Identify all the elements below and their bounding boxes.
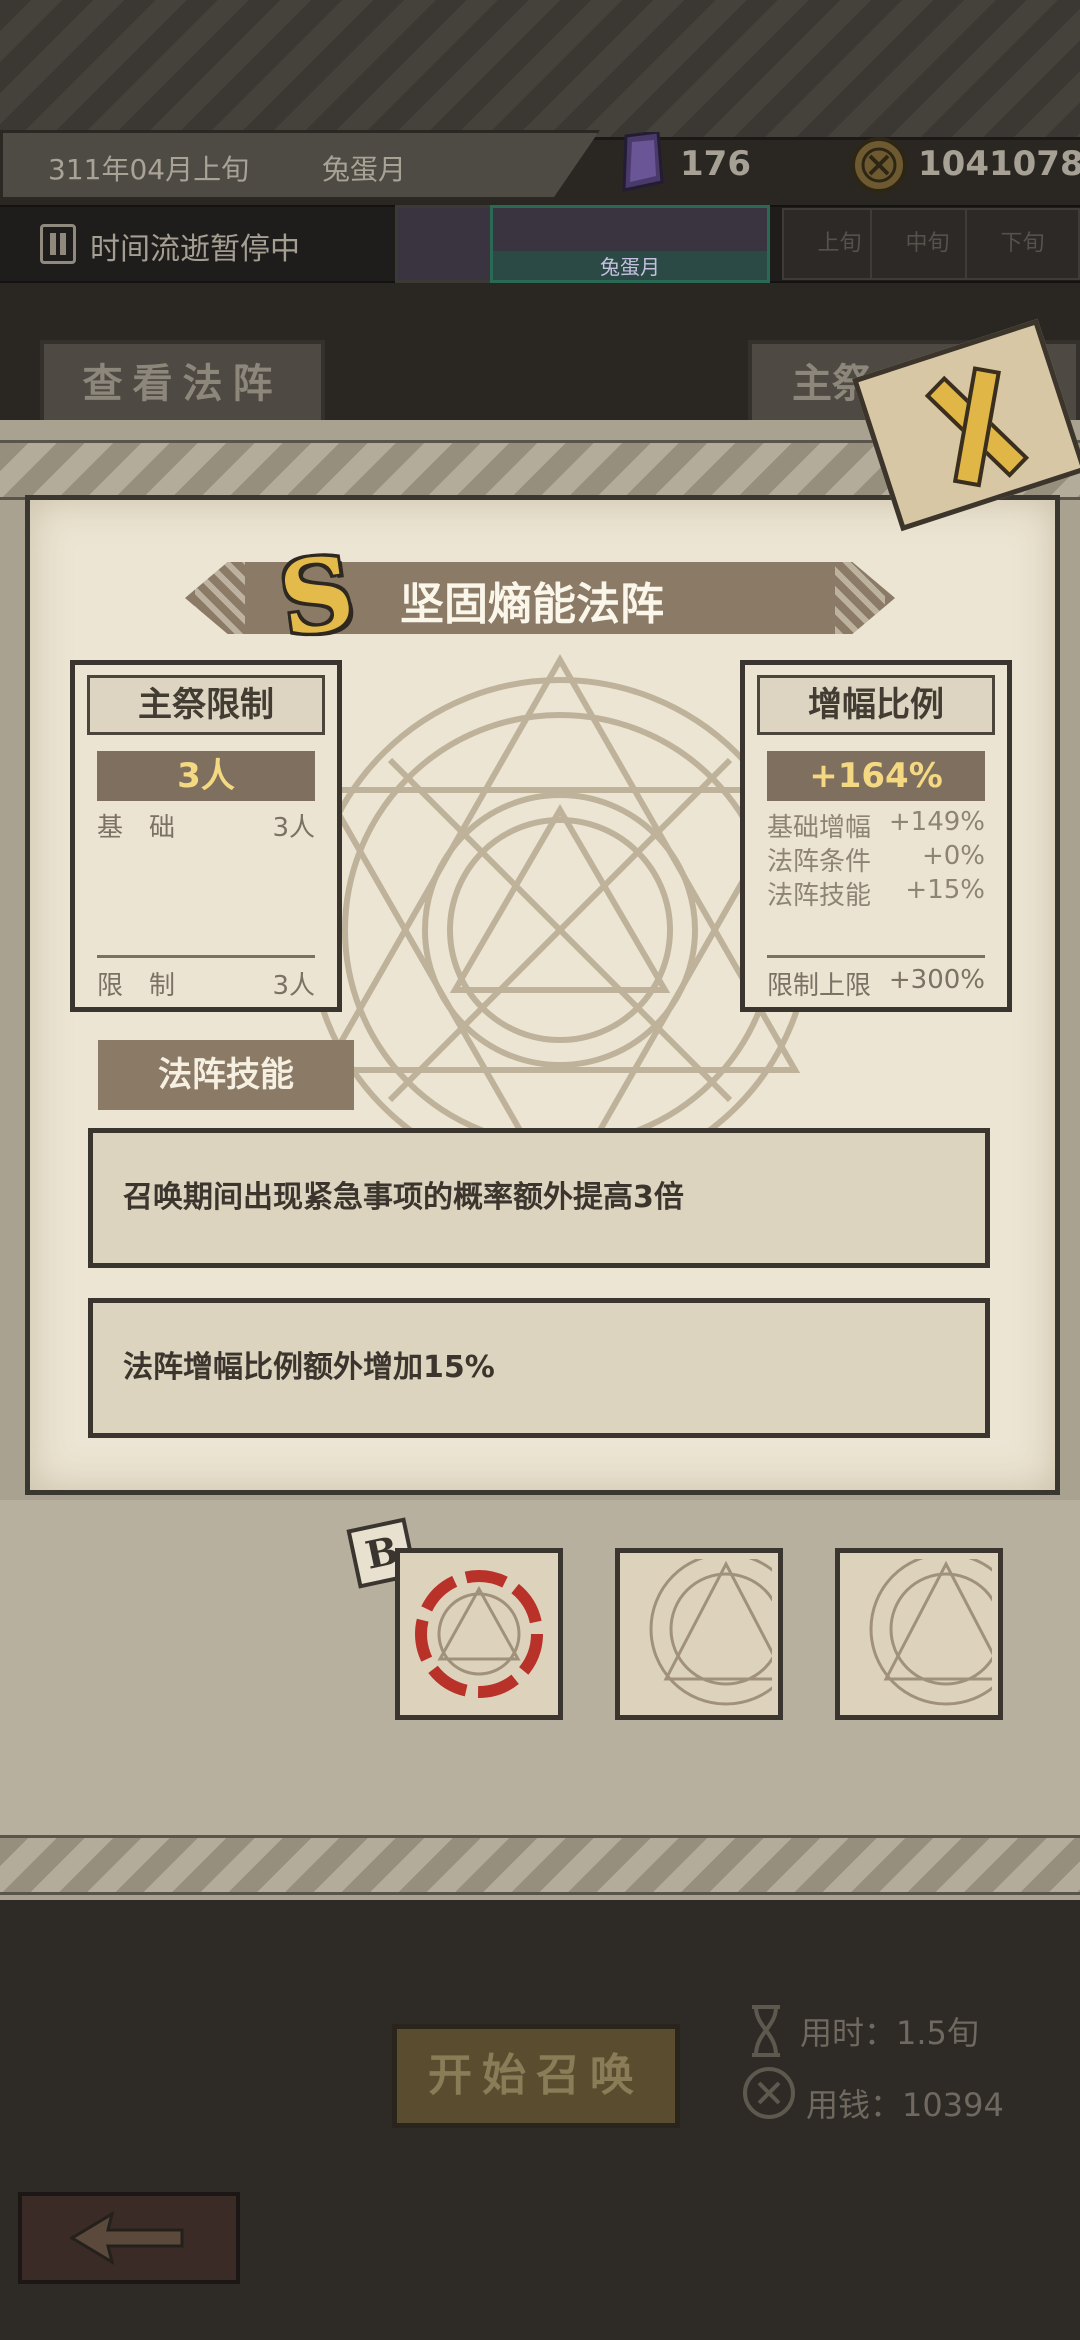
row-value: +15% (905, 875, 985, 905)
time-cost: 用时：1.5旬 (800, 2014, 979, 2052)
array-thumbnail (649, 1559, 772, 1706)
month-portrait[interactable]: 兔蛋月 (490, 205, 770, 283)
array-slot-1-selected[interactable] (395, 1548, 563, 1720)
time-status: 时间流逝暂停中 (90, 232, 300, 267)
back-button[interactable] (18, 2192, 240, 2284)
footer-value: +300% (888, 965, 985, 995)
amplify-ratio-box: 增幅比例 +164% 基础增幅 +149% 法阵条件 +0% 法阵技能 +15%… (740, 660, 1012, 1012)
top-pattern-band (0, 0, 1080, 140)
current-date: 311年04月上旬 (48, 153, 250, 186)
row-value: +149% (888, 807, 985, 837)
panel-bottom-border (0, 1835, 1080, 1895)
footer-label: 限 制 (97, 971, 176, 1001)
month-portrait-label: 兔蛋月 (493, 251, 767, 280)
slot-late: 下旬 (965, 208, 1080, 280)
gem-count: 176 (680, 144, 751, 184)
sacrifice-limit-value: 3人 (97, 751, 315, 801)
row-label: 法阵条件 (767, 847, 872, 877)
divider (767, 955, 985, 958)
gem-icon (622, 132, 664, 192)
array-thumbnail (415, 1570, 543, 1698)
back-arrow-icon (69, 2210, 184, 2266)
row-value: 3人 (272, 813, 315, 843)
row-label: 基础增幅 (767, 813, 872, 843)
array-title: 坚固熵能法阵 (400, 579, 664, 630)
amplify-footer: 限制上限 +300% (767, 965, 985, 1002)
skill-card-1: 召唤期间出现紧急事项的概率额外提高3倍 (88, 1128, 990, 1268)
coin-icon (851, 137, 907, 193)
row-label: 基 础 (97, 813, 176, 843)
footer-value: 3人 (272, 971, 315, 1001)
array-thumbnail (869, 1559, 992, 1706)
pause-icon[interactable] (40, 224, 76, 264)
sacrifice-limit-header: 主祭限制 (87, 675, 325, 735)
array-slot-3[interactable] (835, 1548, 1003, 1720)
hourglass-icon (752, 2005, 780, 2057)
amplify-row-skill: 法阵技能 +15% (767, 875, 985, 912)
footer-label: 限制上限 (767, 971, 872, 1001)
row-label: 法阵技能 (767, 881, 872, 911)
array-skill-tab: 法阵技能 (98, 1040, 354, 1110)
divider (97, 955, 315, 958)
amplify-row-condition: 法阵条件 +0% (767, 841, 985, 878)
sacrifice-limit-row: 基 础 3人 (97, 807, 315, 844)
coin-icon (743, 2067, 795, 2119)
month-name: 兔蛋月 (322, 153, 407, 186)
start-summon-button[interactable]: 开始召唤 (392, 2024, 680, 2128)
amplify-header: 增幅比例 (757, 675, 995, 735)
money-cost: 用钱：10394 (806, 2086, 1004, 2124)
array-slot-2[interactable] (615, 1548, 783, 1720)
amplify-value: +164% (767, 751, 985, 801)
sacrifice-limit-box: 主祭限制 3人 基 础 3人 限 制 3人 (70, 660, 342, 1012)
skill-card-2: 法阵增幅比例额外增加15% (88, 1298, 990, 1438)
amplify-row-base: 基础增幅 +149% (767, 807, 985, 844)
rank-badge: S (272, 532, 361, 660)
coin-count: 1041078 (918, 144, 1080, 184)
sacrifice-limit-footer: 限 制 3人 (97, 965, 315, 1002)
view-array-button[interactable]: 查看法阵 (40, 340, 325, 428)
row-value: +0% (921, 841, 985, 871)
